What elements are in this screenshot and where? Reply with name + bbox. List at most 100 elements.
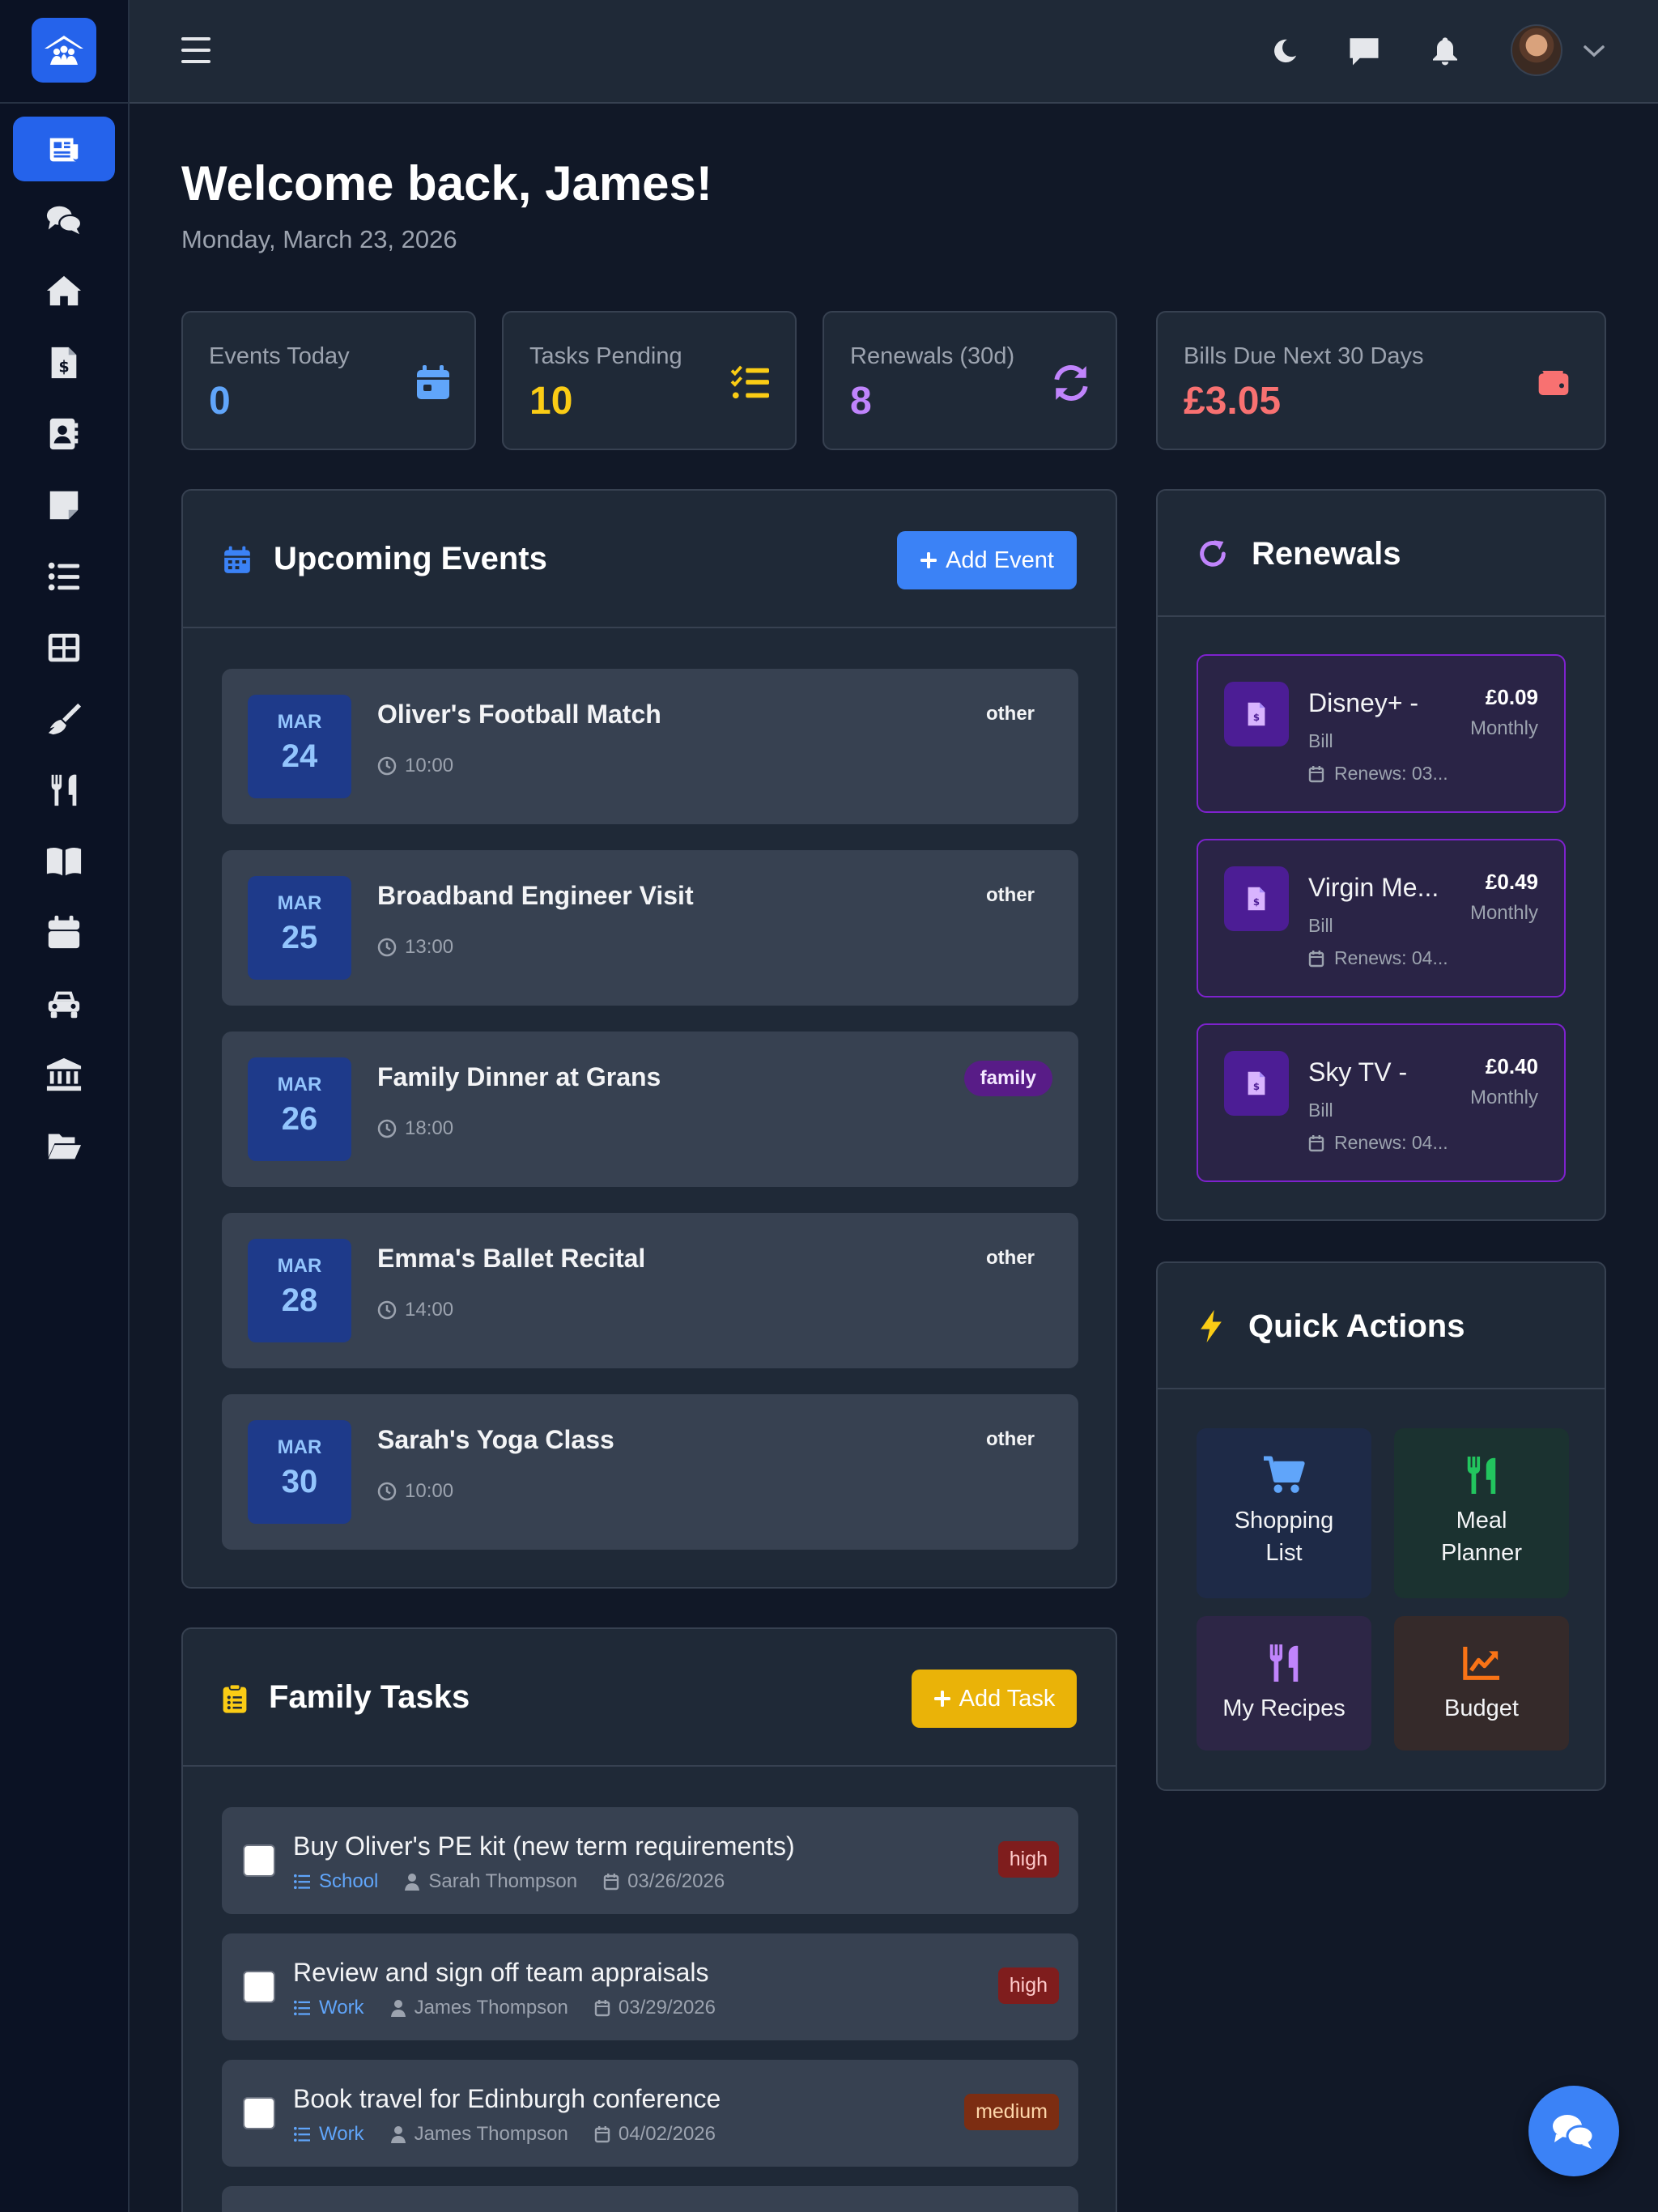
sidebar-item-news[interactable]	[13, 117, 115, 181]
stat-card-bills-due[interactable]: Bills Due Next 30 Days £3.05	[1156, 311, 1606, 450]
svg-text:$: $	[1253, 712, 1260, 723]
event-item[interactable]: MAR 30 Sarah's Yoga Class 10:00 other	[222, 1394, 1078, 1550]
renewal-item[interactable]: $ Virgin Me... Bill Renews: 04... £0.49 …	[1197, 839, 1566, 998]
event-month: MAR	[277, 1074, 322, 1095]
event-category-badge: family	[963, 1061, 1052, 1096]
event-time-value: 10:00	[405, 755, 454, 776]
stat-card-tasks-pending[interactable]: Tasks Pending 10	[502, 311, 797, 450]
broom-icon	[48, 703, 82, 735]
sidebar-item-bills[interactable]: $	[13, 330, 115, 395]
page-title: Welcome back, James!	[181, 156, 712, 211]
task-due-date: 04/02/2026	[618, 2123, 716, 2145]
task-assignee: James Thompson	[414, 1997, 568, 2018]
task-item[interactable]	[222, 2186, 1078, 2212]
task-item[interactable]: Review and sign off team appraisals Work…	[222, 1933, 1078, 2040]
event-category: other	[986, 884, 1035, 906]
sidebar-item-calendar[interactable]	[13, 900, 115, 965]
chat-fab-button[interactable]	[1528, 2086, 1619, 2176]
quick-action-label: My Recipes	[1222, 1695, 1346, 1721]
sidebar-item-meals[interactable]	[13, 758, 115, 823]
list-icon	[294, 2126, 310, 2142]
event-month: MAR	[277, 1255, 322, 1277]
task-item[interactable]: Buy Oliver's PE kit (new term requiremen…	[222, 1807, 1078, 1914]
quick-actions-panel: Quick Actions Shopping List Meal Planner M…	[1156, 1261, 1606, 1791]
renewal-type: Bill	[1308, 915, 1333, 936]
renewal-period: Monthly	[1469, 902, 1538, 924]
event-title: Oliver's Football Match	[377, 700, 661, 729]
wallet-icon	[1530, 359, 1577, 406]
event-time: 13:00	[377, 936, 453, 959]
event-item[interactable]: MAR 28 Emma's Ballet Recital 14:00 other	[222, 1213, 1078, 1368]
task-category: Work	[319, 1997, 364, 2018]
bill-icon: $	[1224, 1051, 1289, 1116]
grid-icon	[48, 633, 80, 662]
task-assignee: James Thompson	[414, 2123, 568, 2145]
event-day: 25	[281, 920, 318, 955]
event-day: 26	[281, 1101, 318, 1137]
user-icon	[390, 2126, 406, 2143]
event-item[interactable]: MAR 26 Family Dinner at Grans 18:00 fami…	[222, 1032, 1078, 1187]
event-item[interactable]: MAR 24 Oliver's Football Match 10:00 oth…	[222, 669, 1078, 824]
calendar-icon	[603, 1874, 619, 1891]
calendar-icon	[224, 546, 250, 573]
sidebar-item-boards[interactable]	[13, 615, 115, 680]
quick-action-shopping-list[interactable]: Shopping List	[1197, 1428, 1371, 1598]
stat-card-events-today[interactable]: Events Today 0	[181, 311, 476, 450]
sidebar-item-vehicles[interactable]	[13, 972, 115, 1036]
renewal-amount: £0.09	[1485, 685, 1538, 709]
sidebar-item-lists[interactable]	[13, 544, 115, 609]
sidebar-item-notes[interactable]	[13, 473, 115, 538]
task-checkbox[interactable]	[243, 2097, 275, 2129]
address-book-icon	[49, 418, 79, 450]
theme-toggle-button[interactable]	[1265, 31, 1305, 71]
renewal-date-value: Renews: 04...	[1334, 947, 1448, 968]
panel-title: Quick Actions	[1248, 1308, 1465, 1344]
sidebar-item-finance[interactable]	[13, 1043, 115, 1108]
notifications-button[interactable]	[1425, 31, 1465, 71]
event-time-value: 18:00	[405, 1117, 454, 1139]
task-meta: Work James Thompson 03/29/2026	[293, 1997, 716, 2019]
hamburger-menu-icon[interactable]	[180, 32, 212, 68]
refresh-icon	[1048, 359, 1095, 406]
event-time: 10:00	[377, 755, 453, 777]
quick-action-meal-planner[interactable]: Meal Planner	[1394, 1428, 1569, 1598]
clock-icon	[377, 1482, 397, 1501]
add-event-button[interactable]: Add Event	[897, 531, 1077, 589]
sidebar-item-chores[interactable]	[13, 687, 115, 751]
event-day: 24	[281, 738, 318, 774]
event-title: Family Dinner at Grans	[377, 1062, 661, 1091]
sidebar-item-documents[interactable]	[13, 1114, 115, 1179]
sidebar-item-contacts[interactable]	[13, 402, 115, 466]
stat-card-renewals[interactable]: Renewals (30d) 8	[823, 311, 1117, 450]
messages-button[interactable]	[1344, 31, 1384, 71]
sidebar-item-recipes[interactable]	[13, 829, 115, 894]
quick-action-budget[interactable]: Budget	[1394, 1616, 1569, 1750]
event-date-badge: MAR 25	[248, 876, 351, 980]
task-category: School	[319, 1870, 379, 1892]
list-icon	[48, 562, 80, 591]
chevron-down-icon[interactable]	[1582, 42, 1606, 60]
task-checkbox[interactable]	[243, 1971, 275, 2003]
svg-text:$: $	[1253, 896, 1260, 908]
quick-action-my-recipes[interactable]: My Recipes	[1197, 1616, 1371, 1750]
svg-text:$: $	[1253, 1081, 1260, 1092]
add-event-label: Add Event	[946, 547, 1054, 573]
event-date-badge: MAR 30	[248, 1420, 351, 1524]
event-time-value: 13:00	[405, 936, 454, 958]
user-avatar[interactable]	[1511, 24, 1562, 76]
sidebar-item-messages[interactable]	[13, 188, 115, 253]
quick-action-label: Shopping List	[1234, 1508, 1334, 1566]
task-meta: Work James Thompson 04/02/2026	[293, 2123, 716, 2146]
clock-icon	[377, 938, 397, 957]
task-checkbox[interactable]	[243, 1844, 275, 1877]
app-logo[interactable]	[32, 18, 96, 83]
add-task-button[interactable]: Add Task	[912, 1670, 1077, 1728]
renewal-item[interactable]: $ Sky TV - Bill Renews: 04... £0.40 Mont…	[1197, 1023, 1566, 1182]
event-item[interactable]: MAR 25 Broadband Engineer Visit 13:00 ot…	[222, 850, 1078, 1006]
task-item[interactable]: Book travel for Edinburgh conference Wor…	[222, 2060, 1078, 2167]
calendar-icon	[1308, 950, 1324, 967]
sidebar-item-home[interactable]	[13, 259, 115, 324]
renewal-item[interactable]: $ Disney+ - Bill Renews: 03... £0.09 Mon…	[1197, 654, 1566, 813]
event-day: 28	[281, 1283, 318, 1318]
task-due-date: 03/26/2026	[627, 1870, 725, 1892]
